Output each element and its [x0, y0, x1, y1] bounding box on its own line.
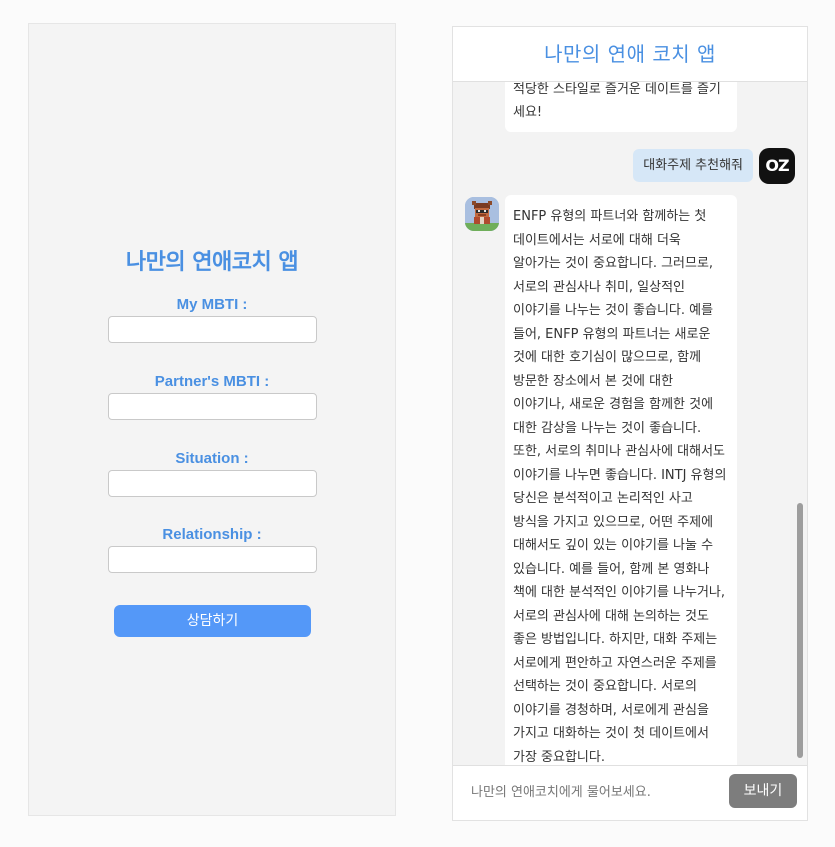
- bot-avatar-image: [465, 197, 499, 231]
- consult-button[interactable]: 상담하기: [114, 605, 311, 637]
- chat-scrollbar-thumb[interactable]: [797, 503, 803, 758]
- partner-mbti-input[interactable]: [108, 393, 317, 420]
- chat-input-bar: 보내기: [453, 765, 807, 820]
- chat-message-list[interactable]: 적당한 스타일로 즐거운 데이트를 즐기세요! 대화주제 추천해줘 OZ ENF…: [453, 82, 807, 768]
- chat-scrollbar[interactable]: [797, 82, 803, 768]
- pixel-character-icon: [465, 197, 499, 231]
- chat-title: 나만의 연애 코치 앱: [453, 27, 807, 82]
- consult-form-panel: 나만의 연애코치 앱 My MBTI : Partner's MBTI : Si…: [28, 23, 396, 816]
- relationship-input[interactable]: [108, 546, 317, 573]
- chat-panel: 나만의 연애 코치 앱 적당한 스타일로 즐거운 데이트를 즐기세요! 대화주제…: [452, 26, 808, 821]
- situation-input[interactable]: [108, 470, 317, 497]
- relationship-label: Relationship :: [162, 526, 262, 543]
- form-title: 나만의 연애코치 앱: [125, 250, 299, 275]
- partner-mbti-label: Partner's MBTI :: [154, 373, 270, 390]
- user-avatar: OZ: [759, 148, 795, 184]
- send-button[interactable]: 보내기: [729, 774, 797, 808]
- situation-label: Situation :: [175, 450, 249, 467]
- my-mbti-label: My MBTI :: [176, 296, 248, 313]
- user-message-bubble: 대화주제 추천해줘: [633, 149, 753, 182]
- chat-message-input[interactable]: [463, 774, 723, 810]
- bot-message-bubble: 적당한 스타일로 즐거운 데이트를 즐기세요!: [505, 82, 737, 132]
- bot-message-bubble: ENFP 유형의 파트너와 함께하는 첫 데이트에서는 서로에 대해 더욱 알아…: [505, 195, 737, 768]
- my-mbti-input[interactable]: [108, 316, 317, 343]
